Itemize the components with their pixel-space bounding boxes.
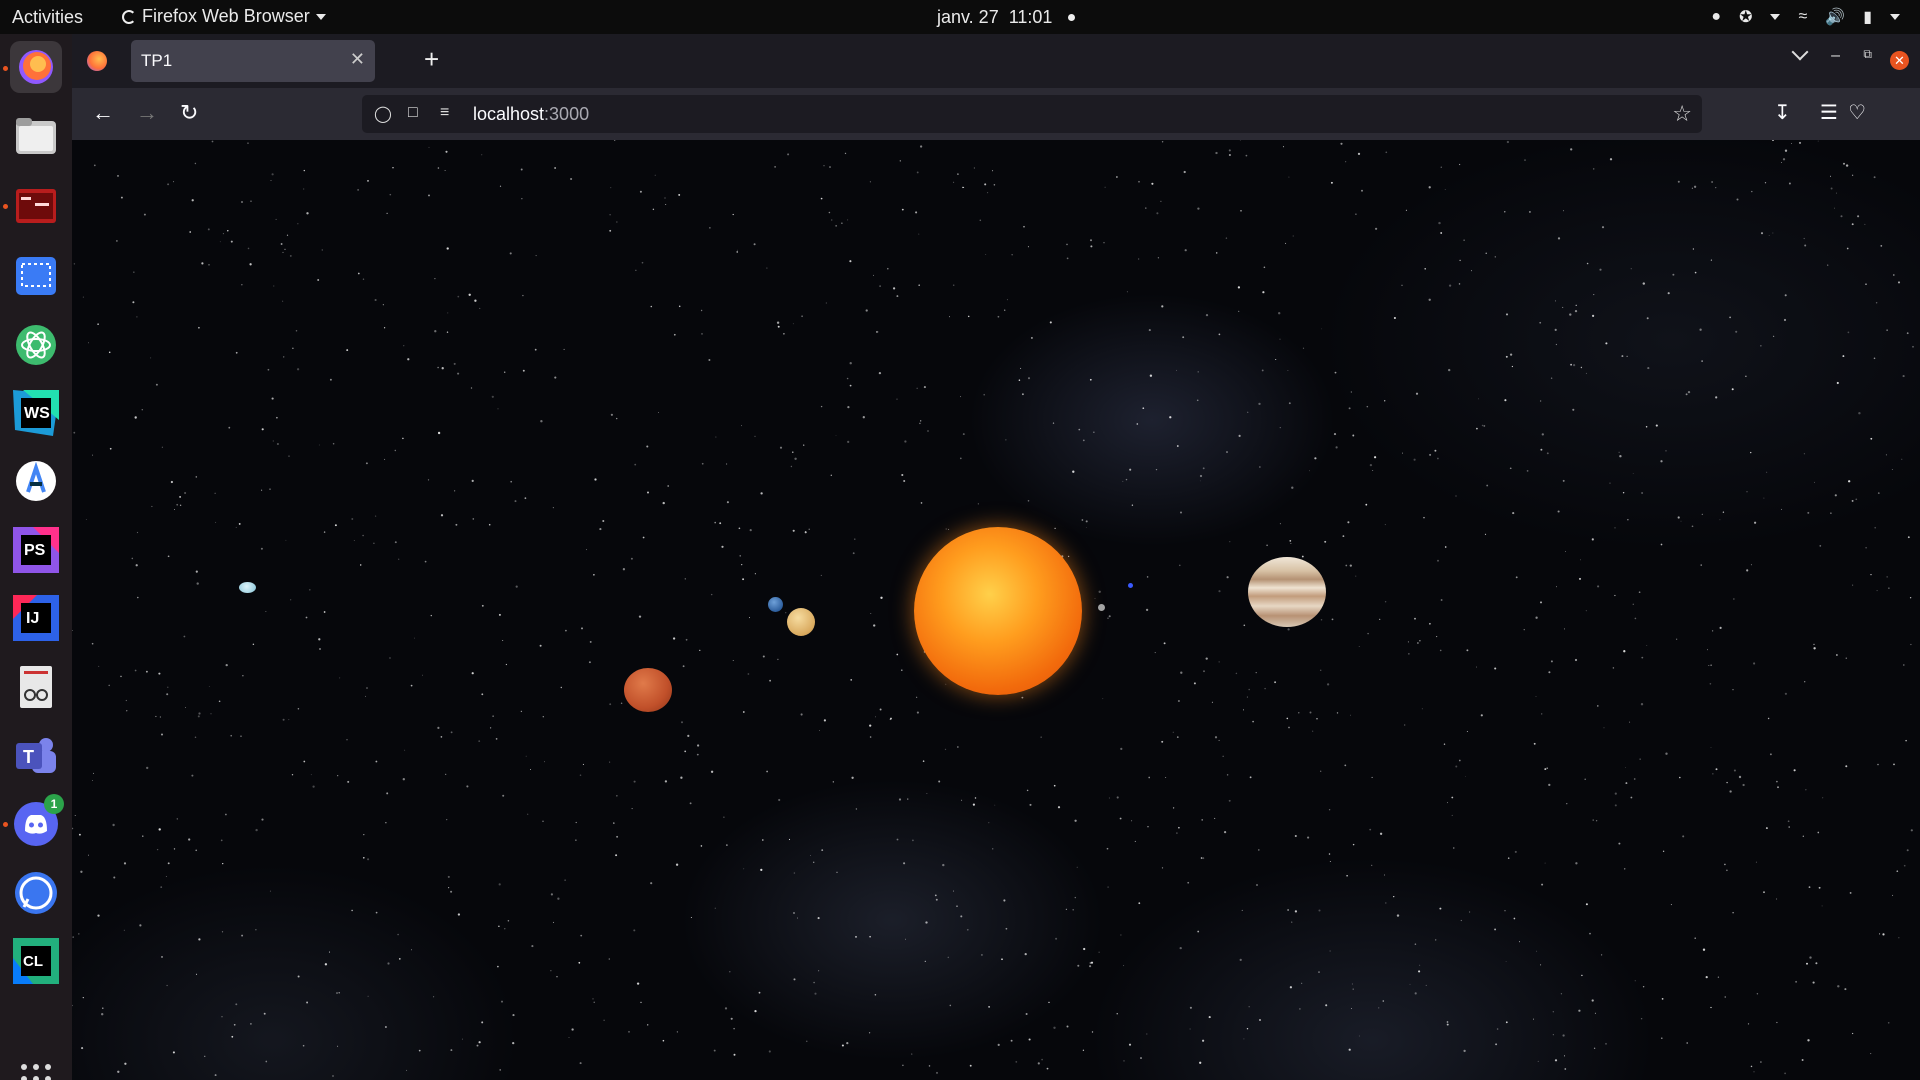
date: janv. 27 — [937, 7, 999, 27]
shield-icon[interactable]: ◯ — [374, 104, 392, 124]
list-all-tabs-button[interactable] — [1791, 43, 1809, 61]
notification-badge: 1 — [44, 794, 64, 814]
activities-button[interactable]: Activities — [12, 7, 83, 28]
document-viewer-icon[interactable] — [10, 661, 62, 713]
address-bar[interactable]: ◯ □ ≡ localhost:3000 ☆ — [362, 95, 1702, 133]
maximize-button[interactable]: ⧉ — [1863, 47, 1872, 62]
minimize-button[interactable]: – — [1831, 47, 1840, 65]
tab-title: TP1 — [141, 51, 173, 70]
downloads-icon[interactable]: ↧ — [1774, 100, 1791, 125]
sun — [914, 527, 1082, 695]
wifi-icon: ≈ — [1798, 8, 1808, 25]
chevron-down-icon — [315, 13, 326, 20]
firefox-icon[interactable] — [10, 41, 62, 93]
running-indicator — [3, 822, 8, 827]
gnome-top-bar: Activities Firefox Web Browser janv. 27 … — [0, 0, 1920, 34]
mars — [624, 668, 672, 712]
signal-icon[interactable] — [10, 867, 62, 919]
svg-text:PS: PS — [24, 542, 46, 559]
accessibility-icon[interactable]: ✪ — [1739, 7, 1752, 27]
clion-icon[interactable]: CL — [10, 935, 62, 987]
dock: WS PS IJ T 1 CL — [0, 34, 72, 1080]
notification-dot-icon — [1068, 14, 1076, 21]
loading-spinner-icon — [122, 9, 136, 24]
forward-button[interactable]: → — [136, 100, 158, 126]
chevron-down-icon — [1791, 43, 1809, 61]
app-menu[interactable]: Firefox Web Browser — [122, 6, 326, 27]
page-icon[interactable]: □ — [408, 104, 418, 122]
files-icon[interactable] — [10, 110, 62, 162]
teams-icon[interactable]: T — [10, 730, 62, 782]
small-blue-moon — [1128, 583, 1133, 588]
system-menu-chevron-icon[interactable] — [1890, 14, 1900, 20]
svg-text:WS: WS — [24, 405, 50, 422]
venus — [787, 608, 815, 636]
battery-icon: ▮ — [1863, 9, 1872, 26]
tab-tp1[interactable]: TP1 ✕ — [131, 40, 375, 82]
phpstorm-icon[interactable]: PS — [10, 524, 62, 576]
firefox-view-icon[interactable] — [87, 51, 107, 71]
time: 11:01 — [1008, 7, 1053, 27]
app-name: Firefox Web Browser — [142, 6, 310, 26]
svg-text:IJ: IJ — [26, 610, 39, 627]
reload-button[interactable]: ↻ — [180, 100, 198, 126]
jupiter — [1248, 557, 1326, 627]
tab-bar: TP1 ✕ + – ⧉ ✕ — [72, 34, 1920, 88]
close-icon[interactable]: ✕ — [350, 49, 365, 70]
url-text[interactable]: localhost:3000 — [473, 104, 589, 125]
svg-text:T: T — [23, 747, 34, 767]
pocket-icon[interactable]: ♡ — [1848, 100, 1866, 125]
mercury — [1098, 604, 1105, 611]
show-applications-icon[interactable] — [21, 1064, 51, 1080]
solar-system-canvas[interactable] — [72, 140, 1920, 1080]
chevron-down-icon[interactable] — [1770, 14, 1781, 20]
earth — [768, 597, 783, 612]
running-indicator — [3, 66, 8, 71]
volume-icon: 🔊 — [1825, 9, 1846, 26]
permissions-icon[interactable]: ≡ — [440, 104, 449, 122]
gamepad-icon[interactable]: ● — [1711, 8, 1721, 26]
clock[interactable]: janv. 27 11:01 — [937, 7, 1076, 28]
screenshot-icon[interactable] — [10, 250, 62, 302]
svg-text:CL: CL — [23, 953, 43, 970]
discord-icon[interactable]: 1 — [10, 794, 64, 850]
android-studio-icon[interactable] — [10, 455, 62, 507]
webstorm-icon[interactable]: WS — [10, 387, 62, 439]
atom-icon[interactable] — [10, 319, 62, 371]
intellij-icon[interactable]: IJ — [10, 592, 62, 644]
menu-icon[interactable]: ☰ — [1820, 100, 1838, 125]
back-button[interactable]: ← — [92, 100, 114, 126]
uranus — [239, 582, 256, 593]
close-window-button[interactable]: ✕ — [1890, 51, 1909, 70]
system-tray[interactable]: ● ✪ ≈ 🔊 ▮ — [1711, 7, 1900, 27]
navigation-toolbar: ← → ↻ ◯ □ ≡ localhost:3000 ☆ ♡ ↧ ☰ — [72, 88, 1920, 140]
running-indicator — [3, 204, 8, 209]
new-tab-button[interactable]: + — [424, 44, 439, 75]
terminal-icon[interactable] — [10, 180, 62, 232]
bookmark-star-icon[interactable]: ☆ — [1672, 101, 1692, 127]
